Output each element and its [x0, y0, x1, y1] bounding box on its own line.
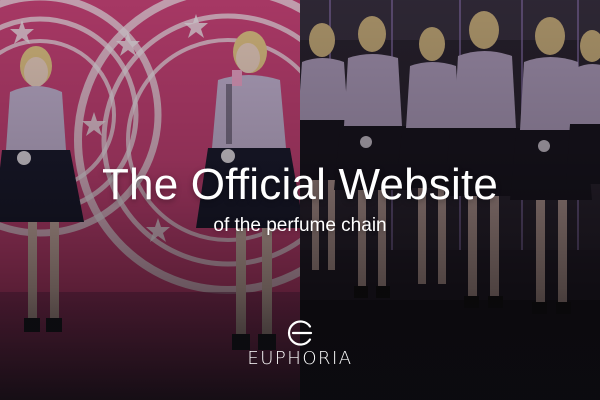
hero-headline: The Official Website — [101, 160, 499, 209]
brand-wordmark[interactable]: EUPHORIA — [0, 348, 600, 369]
hero-subline: of the perfume chain — [213, 215, 387, 236]
hero-banner: The Official Website of the perfume chai… — [0, 0, 600, 400]
euphoria-e-logo-icon[interactable] — [285, 318, 315, 348]
